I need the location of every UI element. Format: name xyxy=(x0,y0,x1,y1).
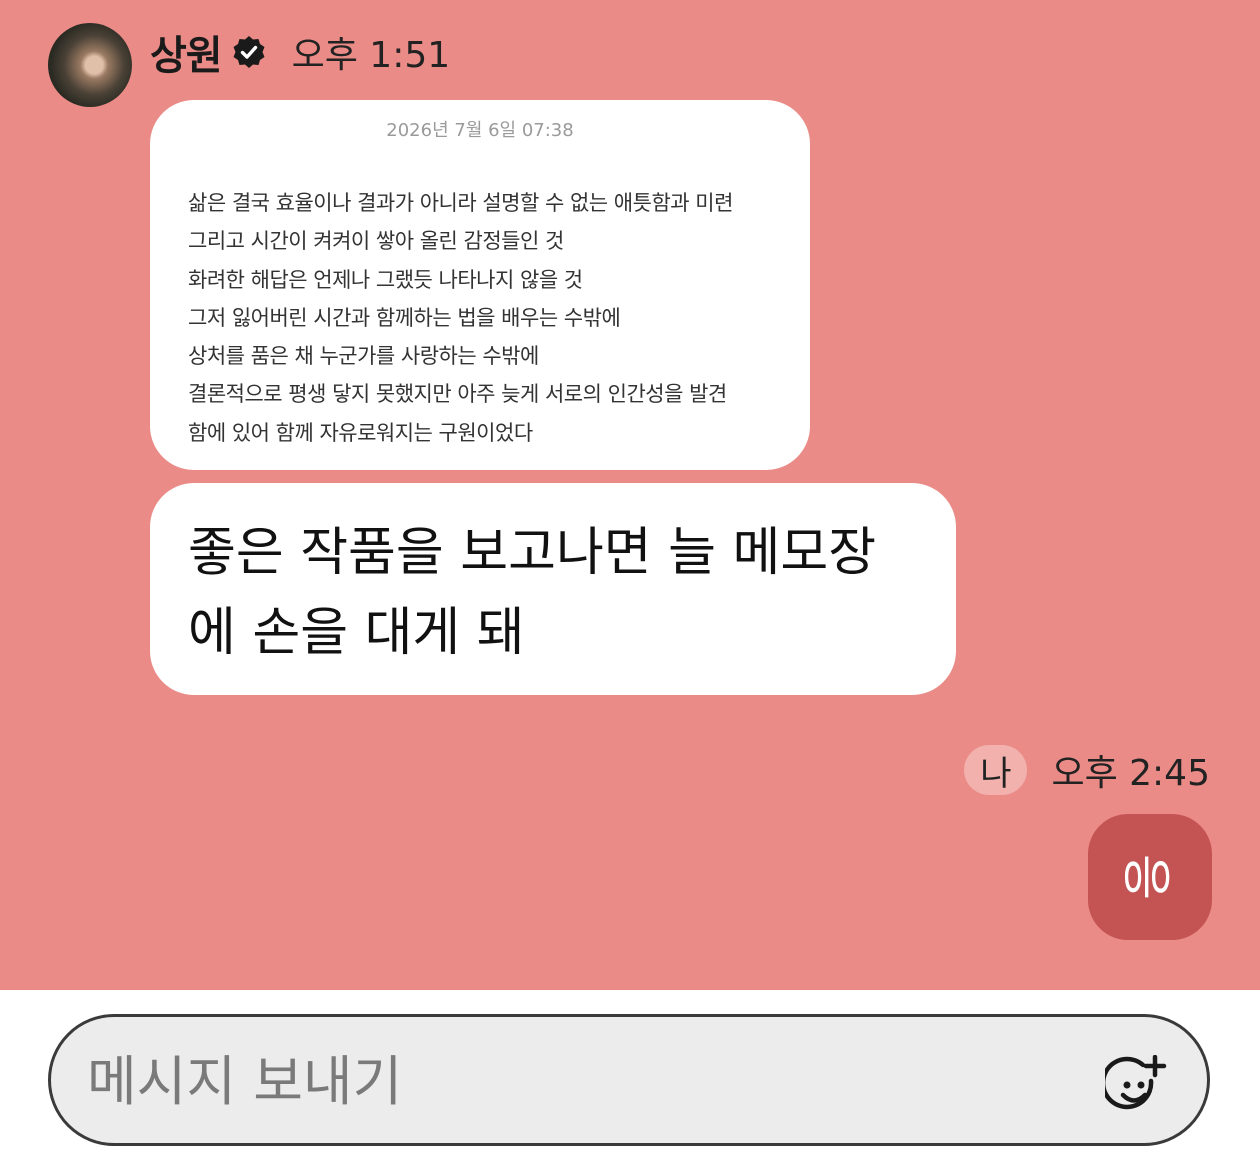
verified-badge-icon xyxy=(233,36,265,68)
message-input[interactable]: 메시지 보내기 xyxy=(48,1014,1210,1146)
memo-line: 삶은 결국 효율이나 결과가 아니라 설명할 수 없는 애틋함과 미련 xyxy=(188,191,733,215)
memo-text: 삶은 결국 효율이나 결과가 아니라 설명할 수 없는 애틋함과 미련 그리고 … xyxy=(188,188,790,456)
chat-area: 상원 오후 1:51 2026년 7월 6일 07:38 삶은 결국 효율이나 … xyxy=(0,0,1260,990)
sent-message-text: 응 xyxy=(1117,854,1175,900)
message-input-placeholder: 메시지 보내기 xyxy=(87,1050,403,1113)
memo-line: 그저 잃어버린 시간과 함께하는 법을 배우는 수밖에 xyxy=(188,305,621,330)
sender-name[interactable]: 상원 xyxy=(150,23,223,81)
sender-timestamp: 오후 1:51 xyxy=(291,35,451,76)
memo-line: 함에 있어 함께 자유로워지는 구원이었다 xyxy=(188,420,533,445)
message-line: 좋은 작품을 보고나면 늘 메모장 xyxy=(188,523,877,583)
memo-line: 상처를 품은 채 누군가를 사랑하는 수밖에 xyxy=(188,344,539,369)
sent-message-bubble[interactable]: 응 xyxy=(1088,814,1212,940)
received-message-bubble[interactable]: 좋은 작품을 보고나면 늘 메모장 에 손을 대게 돼 xyxy=(150,483,956,695)
sent-timestamp: 오후 2:45 xyxy=(1051,753,1210,794)
memo-line: 그리고 시간이 켜켜이 쌓아 올린 감정들인 것 xyxy=(188,229,564,254)
memo-line: 결론적으로 평생 닿지 못했지만 아주 늦게 서로의 인간성을 발견 xyxy=(188,382,727,407)
me-badge: 나 xyxy=(964,745,1028,795)
memo-line: 화려한 해답은 언제나 그랬듯 나타나지 않을 것 xyxy=(188,267,583,292)
memo-date: 2026년 7월 6일 07:38 xyxy=(386,120,574,141)
memo-image-bubble[interactable]: 2026년 7월 6일 07:38 삶은 결국 효율이나 결과가 아니라 설명할… xyxy=(150,100,810,470)
add-emoji-icon[interactable] xyxy=(1105,1055,1169,1119)
message-line: 에 손을 대게 돼 xyxy=(188,603,525,663)
avatar[interactable] xyxy=(48,23,132,107)
sent-header: 나 오후 2:45 xyxy=(964,744,1210,796)
sender-header: 상원 오후 1:51 xyxy=(150,22,450,82)
